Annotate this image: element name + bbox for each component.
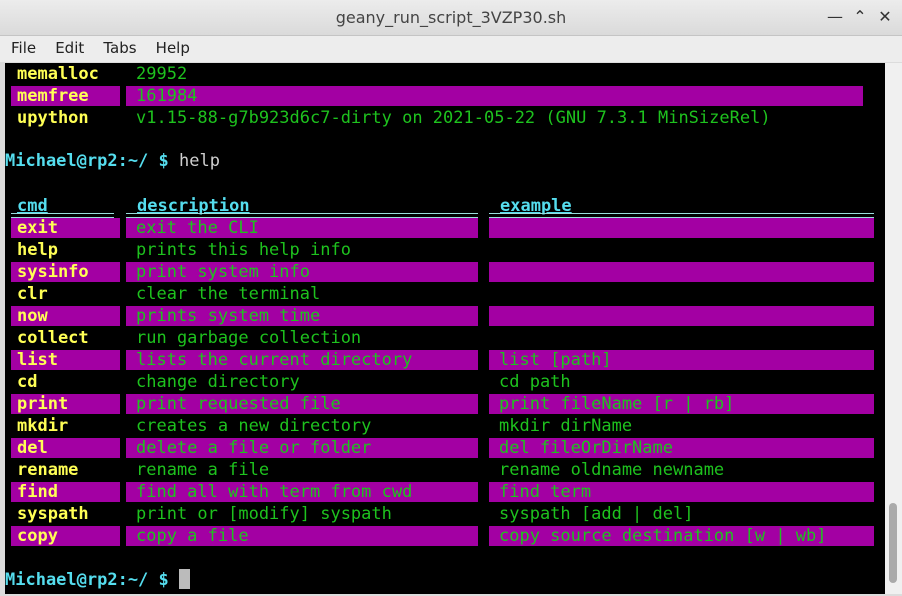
sysinfo-key: upython [17, 108, 89, 128]
table-row: cd change directory cd path [5, 372, 885, 394]
table-row: print print requested file print fileName … [5, 394, 885, 416]
command-name: list [11, 350, 120, 370]
sysinfo-value: 29952 [136, 64, 188, 84]
command-example [489, 218, 874, 238]
command-example: list [path] [489, 350, 874, 370]
command-description: find all with term from cwd [126, 482, 478, 502]
prompt: Michael@rp2:~/ $ [5, 151, 179, 171]
menu-tabs[interactable]: Tabs [103, 39, 136, 57]
command-example: copy source destination [w | wb] [489, 526, 874, 546]
command-example: del fileOrDirName [489, 438, 874, 458]
command-example [489, 328, 874, 348]
sysinfo-row: memfree 161984 [5, 86, 885, 108]
table-row: help prints this help info [5, 240, 885, 262]
table-row: rename rename a file rename oldname newnam… [5, 460, 885, 482]
command-example [489, 284, 874, 304]
command-name: find [11, 482, 120, 502]
command-description: lists the current directory [126, 350, 478, 370]
command-description: prints this help info [136, 240, 351, 260]
command-description: copy a file [126, 526, 478, 546]
table-row: syspath print or [modify] syspath syspath … [5, 504, 885, 526]
command-example: cd path [499, 372, 571, 392]
command-description: print system info [126, 262, 478, 282]
window-title: geany_run_script_3VZP30.sh [335, 8, 567, 27]
table-row: copy copy a file copy source destination [… [5, 526, 885, 548]
command-example: find term [489, 482, 874, 502]
command-name: cd [17, 372, 38, 392]
command-description: delete a file or folder [126, 438, 478, 458]
command-example [489, 306, 874, 326]
command-description: run garbage collection [136, 328, 362, 348]
terminal-output[interactable]: memalloc 29952 memfree 161984 upython v1… [5, 63, 885, 594]
prompt-line: Michael@rp2:~/ $ help [5, 151, 885, 173]
command-description: exit the CLI [126, 218, 478, 238]
command-example: mkdir dirName [499, 416, 633, 436]
table-row: find find all with term from cwd find term [5, 482, 885, 504]
command-name: print [11, 394, 120, 414]
table-row: collect run garbage collection [5, 328, 885, 350]
sysinfo-row: upython v1.15-88-g7b923d6c7-dirty on 202… [5, 108, 885, 130]
table-row: sysinfo print system info [5, 262, 885, 284]
sysinfo-value: v1.15-88-g7b923d6c7-dirty on 2021-05-22 … [136, 108, 771, 128]
command-name: syspath [17, 504, 89, 524]
command-name: help [17, 240, 58, 260]
scrollbar-thumb[interactable] [889, 503, 897, 583]
sysinfo-key: memfree [11, 86, 120, 106]
menu-bar: File Edit Tabs Help [0, 36, 902, 62]
command-name: exit [11, 218, 120, 238]
command-name: rename [17, 460, 79, 480]
menu-edit[interactable]: Edit [55, 39, 84, 57]
table-row: clr clear the terminal [5, 284, 885, 306]
command-description: print or [modify] syspath [136, 504, 392, 524]
command-name: mkdir [17, 416, 69, 436]
minimize-icon[interactable]: — [826, 8, 844, 26]
close-icon[interactable]: ✕ [876, 8, 894, 26]
command-description: creates a new directory [136, 416, 372, 436]
cursor [179, 569, 190, 589]
command-name: now [11, 306, 120, 326]
command-name: del [11, 438, 120, 458]
scrollbar[interactable] [885, 63, 902, 594]
menu-file[interactable]: File [11, 39, 36, 57]
command-name: sysinfo [11, 262, 120, 282]
command-example: print fileName [r | rb] [489, 394, 874, 414]
sysinfo-row: memalloc 29952 [5, 64, 885, 86]
command-description: print requested file [126, 394, 478, 414]
table-row: mkdir creates a new directory mkdir dirNam… [5, 416, 885, 438]
table-row: list lists the current directory list [pat… [5, 350, 885, 372]
menu-help[interactable]: Help [156, 39, 190, 57]
table-row: exit exit the CLI [5, 218, 885, 240]
command-description: prints system time [126, 306, 478, 326]
sysinfo-key: memalloc [17, 64, 99, 84]
command-description: rename a file [136, 460, 270, 480]
command-name: clr [17, 284, 48, 304]
command-text: help [179, 151, 220, 171]
command-name: copy [11, 526, 120, 546]
title-bar: geany_run_script_3VZP30.sh — ⌃ ✕ [0, 0, 902, 36]
command-example [489, 240, 874, 260]
maximize-icon[interactable]: ⌃ [851, 8, 869, 26]
table-row: now prints system time [5, 306, 885, 328]
command-example: rename oldname newname [499, 460, 725, 480]
command-example [489, 262, 874, 282]
command-description: clear the terminal [136, 284, 321, 304]
prompt: Michael@rp2:~/ $ [5, 570, 179, 590]
command-example: syspath [add | del] [499, 504, 694, 524]
table-row: del delete a file or folder del fileOrDirN… [5, 438, 885, 460]
sysinfo-value: 161984 [126, 86, 863, 106]
command-name: collect [17, 328, 89, 348]
command-description: change directory [136, 372, 300, 392]
prompt-line: Michael@rp2:~/ $ [5, 569, 885, 591]
